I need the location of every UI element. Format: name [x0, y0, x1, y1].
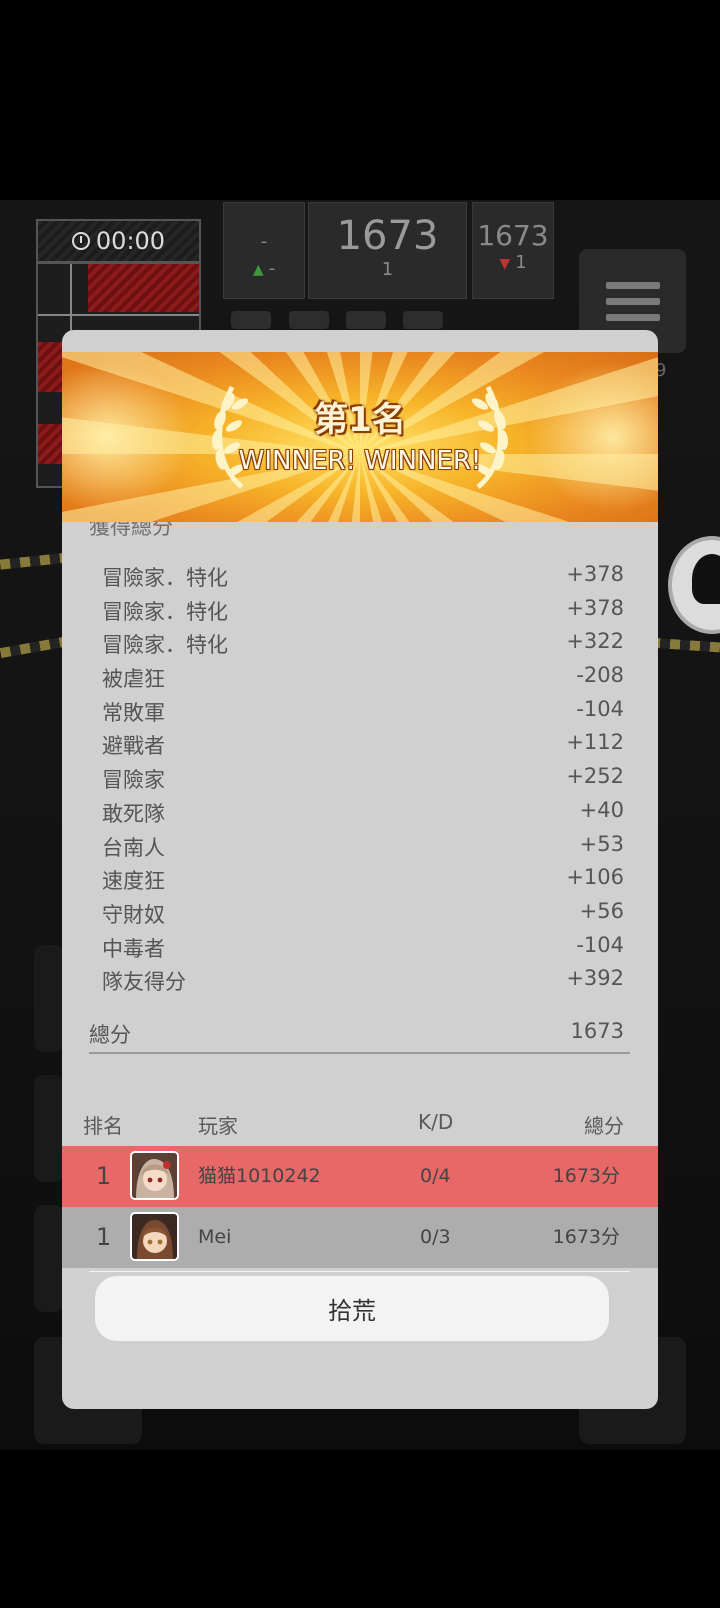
hamburger-icon	[605, 281, 660, 289]
breakdown-row: 敢死隊 +40	[62, 798, 658, 832]
breakdown-label: 中毒者	[102, 936, 165, 961]
row-kd: 0/4	[420, 1165, 451, 1187]
breakdown-value: -104	[576, 932, 624, 957]
score-breakdown-list: 冒險家．特化 +378 冒險家．特化 +378 冒險家．特化 +322 被虐狂 -208 常敗軍…	[62, 562, 658, 1000]
scavenge-button[interactable]: 拾荒	[95, 1276, 609, 1341]
breakdown-value: +378	[566, 562, 624, 586]
row-kd: 0/3	[420, 1226, 451, 1248]
divider	[89, 1052, 630, 1054]
breakdown-label: 敢死隊	[102, 801, 165, 826]
breakdown-value: +56	[579, 898, 624, 923]
hud-right-score: 1673	[477, 219, 549, 252]
breakdown-label: 避戰者	[102, 734, 165, 759]
total-value: 1673	[570, 1019, 624, 1043]
player-avatar	[130, 1151, 179, 1200]
hud-chip-hourglass[interactable]	[403, 311, 443, 329]
breakdown-value: +53	[579, 831, 624, 856]
breakdown-section-title: 獲得總分	[89, 522, 173, 536]
hud-chip-heart[interactable]	[231, 311, 271, 329]
breakdown-row: 速度狂 +106	[62, 865, 658, 899]
breakdown-value: +378	[566, 595, 624, 620]
row-player-name: 猫猫1010242	[198, 1165, 321, 1187]
clock-icon	[71, 232, 90, 250]
breakdown-row: 守財奴 +56	[62, 899, 658, 933]
breakdown-value: -104	[576, 696, 624, 721]
breakdown-label: 冒險家．特化	[102, 599, 228, 624]
minimap-zone	[88, 264, 199, 312]
breakdown-row: 被虐狂 -208	[62, 663, 658, 697]
breakdown-row: 常敗軍 -104	[62, 697, 658, 731]
header-score: 總分	[584, 1114, 624, 1138]
breakdown-label: 守財奴	[102, 902, 165, 927]
ranking-row[interactable]: 1 猫猫1010242 0/4 1673分	[62, 1146, 658, 1207]
winner-subtitle: WINNER! WINNER!	[238, 446, 482, 476]
timer-text: 00:00	[95, 227, 166, 255]
breakdown-row: 中毒者 -104	[62, 933, 658, 967]
breakdown-label: 冒險家．特化	[102, 566, 228, 590]
row-player-name: Mei	[198, 1226, 232, 1248]
breakdown-label: 冒險家	[102, 768, 165, 793]
rank-title: 第1名	[314, 400, 406, 440]
player-avatar	[130, 1212, 179, 1261]
breakdown-row: 冒險家 +252	[62, 764, 658, 798]
breakdown-label: 被虐狂	[102, 667, 165, 692]
breakdown-label: 冒險家．特化	[102, 633, 228, 658]
breakdown-value: +106	[566, 865, 624, 890]
hud-chip-speed2[interactable]	[346, 311, 386, 329]
side-button[interactable]	[34, 945, 64, 1052]
row-rank: 1	[96, 1162, 112, 1190]
down-triangle-icon: ▼	[499, 256, 511, 272]
hud-chip-speed[interactable]	[289, 311, 329, 329]
breakdown-value: -208	[576, 663, 624, 688]
row-score: 1673分	[552, 1165, 620, 1187]
result-modal: 第1名 WINNER! WINNER! 獲得總分 冒險家．特化 +378 冒險家．特…	[62, 330, 658, 1409]
breakdown-row: 冒險家．特化 +378	[62, 562, 658, 596]
row-score: 1673分	[552, 1226, 620, 1248]
breakdown-row: 隊友得分 +392	[62, 966, 658, 1000]
total-label: 總分	[89, 1023, 131, 1047]
breakdown-row: 冒險家．特化 +322	[62, 629, 658, 663]
breakdown-label: 隊友得分	[102, 970, 186, 995]
hud-left-value: -	[260, 231, 268, 252]
up-triangle-icon: ▲	[252, 262, 264, 278]
hud-left-delta: -	[268, 258, 276, 279]
breakdown-value: +112	[566, 730, 624, 755]
winner-banner: 第1名 WINNER! WINNER!	[62, 352, 658, 522]
side-button[interactable]	[34, 1075, 64, 1182]
hud-panel-center: 1673 1	[308, 202, 467, 299]
breakdown-row: 避戰者 +112	[62, 730, 658, 764]
breakdown-value: +40	[579, 797, 624, 822]
row-rank: 1	[96, 1223, 112, 1251]
header-player: 玩家	[198, 1114, 238, 1138]
ranking-row[interactable]: 1 Mei 0/3 1673分	[62, 1207, 658, 1268]
hud-panel-right: 1673 ▼ 1	[472, 202, 554, 299]
breakdown-value: +322	[566, 629, 624, 654]
header-rank: 排名	[83, 1114, 123, 1138]
hud-panel-left: - ▲ -	[223, 202, 305, 299]
hud-center-score: 1673	[336, 213, 439, 259]
side-button[interactable]	[34, 1205, 64, 1312]
breakdown-value: +252	[566, 764, 624, 789]
breakdown-row: 台南人 +53	[62, 832, 658, 866]
breakdown-label: 台南人	[102, 835, 165, 860]
header-kd: K/D	[418, 1110, 454, 1134]
divider	[89, 1271, 630, 1272]
breakdown-label: 常敗軍	[102, 700, 165, 725]
minimap-path	[38, 314, 199, 316]
hud-center-rank: 1	[381, 259, 394, 280]
hud-right-delta: 1	[515, 252, 527, 273]
breakdown-label: 速度狂	[102, 869, 165, 894]
breakdown-value: +392	[566, 966, 624, 991]
match-timer: 00:00	[36, 219, 201, 263]
breakdown-row: 冒險家．特化 +378	[62, 596, 658, 630]
